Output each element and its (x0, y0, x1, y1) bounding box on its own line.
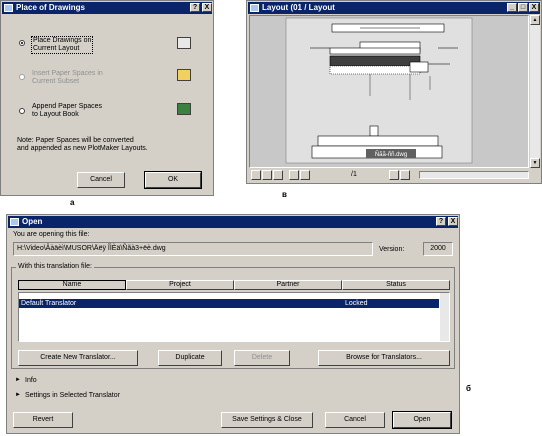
layout-icon (177, 37, 191, 49)
app-icon (10, 218, 19, 226)
zoom-in-icon[interactable] (262, 170, 272, 180)
option1-line1: Place Drawings on (33, 37, 92, 44)
drawing-svg: Ñãã-ññ.dwg (285, 17, 473, 164)
horizontal-scrollbar[interactable] (419, 171, 529, 179)
version-label: Version: (379, 246, 405, 253)
caption-a: a (70, 198, 75, 207)
option-current-layout-radio[interactable] (19, 40, 25, 46)
first-page-icon[interactable] (289, 170, 299, 180)
open-button[interactable]: Open (392, 411, 452, 429)
zoom-icon[interactable] (251, 170, 261, 180)
option-current-subset-label[interactable]: Insert Paper Spaces in Current Subset (32, 70, 103, 86)
title-bar: Layout (01 / Layout _ □ X (248, 2, 540, 14)
title-bar: Open ? X (8, 216, 458, 228)
translator-column-headers: Name Project Partner Status (18, 280, 450, 290)
note-text: Note: Paper Spaces will be converted and… (17, 137, 148, 153)
help-button[interactable]: ? (436, 217, 446, 226)
expand-arrow-icon: ► (15, 392, 21, 398)
column-project[interactable]: Project (126, 280, 234, 290)
dialog-title: Place of Drawings (16, 3, 85, 12)
book-icon (177, 103, 191, 115)
translator-group: With this translation file: Name Project… (11, 263, 455, 369)
scroll-down-button[interactable]: ▼ (530, 158, 540, 168)
open-dialog: Open ? X You are opening this file: H:\V… (6, 214, 460, 434)
minimize-button[interactable]: _ (507, 3, 517, 12)
settings-section[interactable]: ► Settings in Selected Translator (11, 391, 455, 401)
expand-arrow-icon: ► (15, 377, 21, 383)
settings-label: Settings in Selected Translator (25, 392, 120, 399)
page-indicator: /1 (351, 171, 357, 178)
close-button[interactable]: X (202, 3, 212, 12)
column-partner[interactable]: Partner (234, 280, 342, 290)
option-current-layout-label[interactable]: Place Drawings on Current Layout (31, 36, 94, 54)
app-icon (250, 4, 259, 12)
close-button[interactable]: X (529, 3, 539, 12)
note-line1: Note: Paper Spaces will be converted (17, 137, 134, 144)
drawing-post (369, 125, 379, 137)
last-page-icon[interactable] (400, 170, 410, 180)
caption-b: в (282, 190, 287, 199)
delete-button[interactable]: Delete (234, 350, 290, 366)
note-line2: and appended as new PlotMaker Layouts. (17, 145, 148, 152)
ok-button[interactable]: OK (144, 171, 202, 189)
column-status[interactable]: Status (342, 280, 450, 290)
maximize-button[interactable]: □ (518, 3, 528, 12)
info-label: Info (25, 377, 37, 384)
table-row[interactable]: Default Translator Locked (19, 299, 439, 308)
revert-button[interactable]: Revert (13, 412, 73, 428)
app-icon (4, 4, 13, 12)
layout-window: Layout (01 / Layout _ □ X Ñãã-ññ.dwg ▲ ▼… (246, 0, 542, 184)
list-scrollbar[interactable] (440, 293, 449, 341)
option-layout-book-radio[interactable] (19, 108, 25, 114)
create-translator-button[interactable]: Create New Translator... (18, 350, 138, 366)
prev-page-icon[interactable] (300, 170, 310, 180)
option-current-subset-radio[interactable] (19, 74, 25, 80)
close-button[interactable]: X (448, 217, 458, 226)
option3-line2: to Layout Book (32, 111, 79, 118)
option2-line2: Current Subset (32, 78, 80, 85)
option1-line2: Current Layout (33, 45, 80, 52)
place-of-drawings-dialog: Place of Drawings ? X Place Drawings on … (0, 0, 214, 196)
caption-c: б (466, 384, 471, 393)
browse-translators-button[interactable]: Browse for Translators... (318, 350, 450, 366)
option-layout-book-label[interactable]: Append Paper Spaces to Layout Book (32, 103, 102, 119)
dialog-title: Open (22, 217, 43, 226)
filename-stamp: Ñãã-ññ.dwg (375, 151, 407, 158)
window-title: Layout (01 / Layout (262, 3, 335, 12)
duplicate-button[interactable]: Duplicate (158, 350, 222, 366)
option3-line1: Append Paper Spaces (32, 103, 103, 110)
scroll-up-button[interactable]: ▲ (530, 15, 540, 25)
translator-group-label: With this translation file: (16, 263, 94, 271)
row-name: Default Translator (21, 300, 77, 307)
drawing-bar-2 (329, 47, 421, 55)
translator-list[interactable]: Default Translator Locked (18, 292, 450, 342)
next-page-icon[interactable] (389, 170, 399, 180)
file-path-field: H:\Video\Âàäèì\MUSOR\Äëÿ ÎÌÈä\Ñãà3+ëè.dw… (13, 242, 373, 256)
drawing-hatch (329, 65, 421, 75)
version-field: 2000 (423, 242, 453, 256)
option2-line1: Insert Paper Spaces in (32, 70, 103, 77)
vertical-scrollbar[interactable]: ▲ ▼ (530, 15, 540, 168)
cancel-button[interactable]: Cancel (325, 412, 385, 428)
drawing-side-box (409, 61, 429, 73)
drawing-dark-block (329, 55, 421, 67)
folder-icon (177, 69, 191, 81)
column-name[interactable]: Name (18, 280, 126, 290)
zoom-out-icon[interactable] (273, 170, 283, 180)
bottom-toolbar: /1 (249, 169, 539, 181)
opening-file-label: You are opening this file: (13, 231, 90, 238)
drawing-base (317, 135, 439, 147)
drawing-canvas[interactable]: Ñãã-ññ.dwg (249, 15, 529, 168)
help-button[interactable]: ? (190, 3, 200, 12)
title-bar: Place of Drawings ? X (2, 2, 212, 14)
cancel-button[interactable]: Cancel (77, 172, 125, 188)
save-settings-close-button[interactable]: Save Settings & Close (221, 412, 313, 428)
row-status: Locked (345, 300, 368, 307)
info-section[interactable]: ► Info (11, 376, 455, 386)
